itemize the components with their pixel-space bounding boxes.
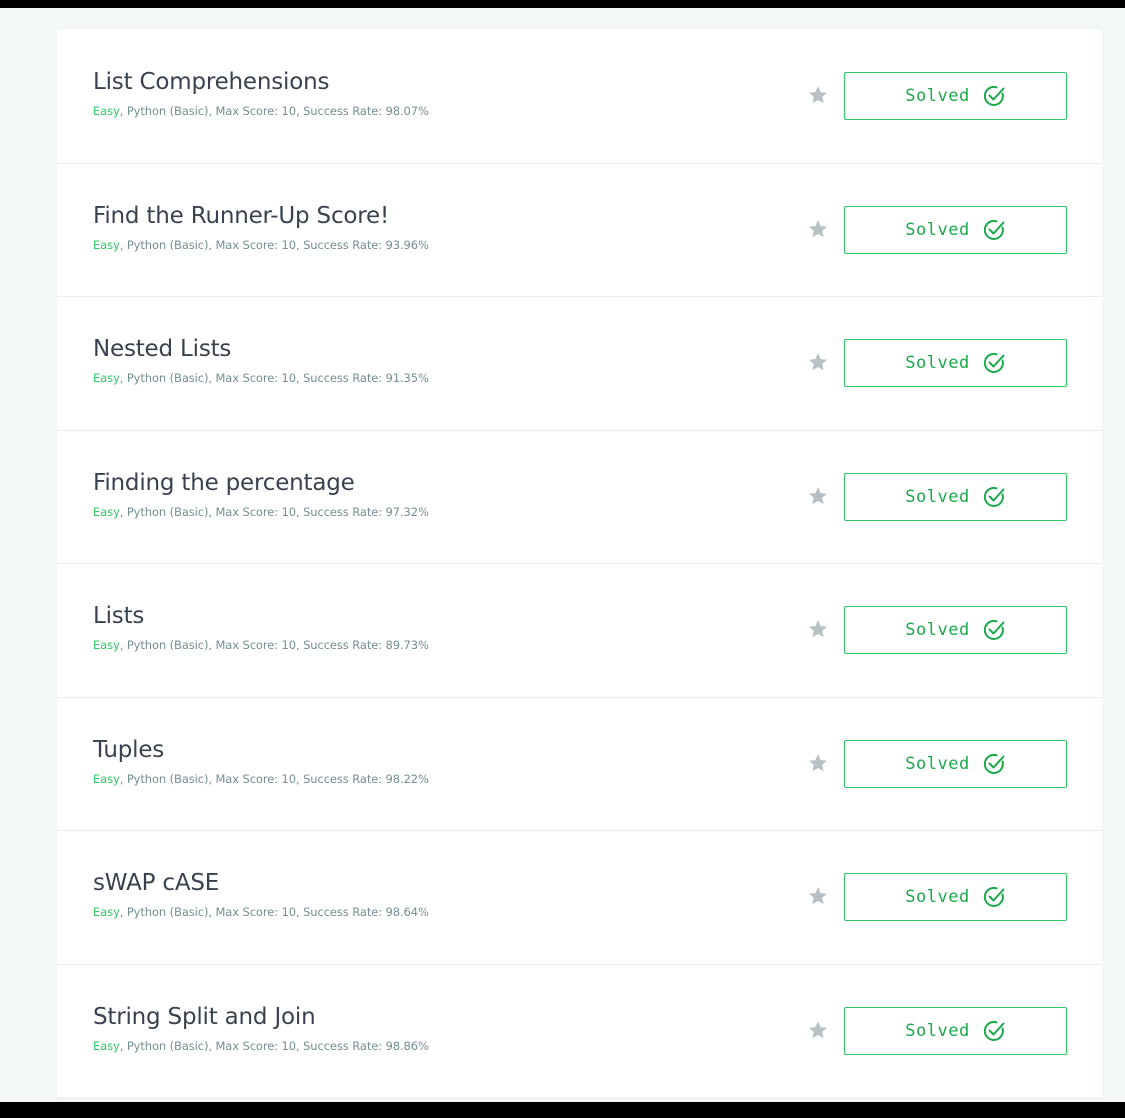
challenge-stats: , Python (Basic), Max Score: 10, Success… [119, 237, 429, 252]
difficulty-label: Easy [93, 771, 120, 786]
challenge-title[interactable]: Finding the percentage [93, 469, 429, 497]
star-icon[interactable] [807, 218, 829, 240]
challenge-info: String Split and Join Easy, Python (Basi… [93, 1003, 429, 1053]
challenge-info: Nested Lists Easy, Python (Basic), Max S… [93, 335, 429, 385]
challenge-meta: Easy, Python (Basic), Max Score: 10, Suc… [93, 1039, 429, 1053]
solved-button[interactable]: Solved [844, 72, 1067, 120]
challenge-stats: , Python (Basic), Max Score: 10, Success… [119, 905, 429, 919]
solved-button[interactable]: Solved [844, 205, 1067, 254]
difficulty-label: Easy [93, 504, 120, 519]
star-icon[interactable] [807, 1019, 829, 1041]
star-icon[interactable] [807, 84, 829, 106]
check-circle-icon [982, 351, 1006, 375]
solved-button-label: Solved [905, 887, 970, 907]
check-circle-icon [982, 752, 1006, 776]
solved-button-label: Solved [905, 1020, 970, 1041]
solved-button[interactable]: Solved [844, 472, 1067, 521]
challenge-info: List Comprehensions Easy, Python (Basic)… [93, 68, 429, 118]
challenge-meta: Easy, Python (Basic), Max Score: 10, Suc… [93, 905, 429, 919]
challenge-card[interactable]: Find the Runner-Up Score! Easy, Python (… [57, 163, 1102, 297]
challenge-card[interactable]: Nested Lists Easy, Python (Basic), Max S… [57, 297, 1102, 431]
star-icon[interactable] [807, 618, 829, 640]
challenge-title[interactable]: String Split and Join [93, 1003, 429, 1031]
challenge-card[interactable]: List Comprehensions Easy, Python (Basic)… [57, 30, 1102, 164]
challenge-title[interactable]: Nested Lists [93, 335, 429, 363]
challenge-card[interactable]: Lists Easy, Python (Basic), Max Score: 1… [57, 564, 1102, 698]
challenge-meta: Easy, Python (Basic), Max Score: 10, Suc… [93, 505, 429, 519]
challenge-stats: , Python (Basic), Max Score: 10, Success… [119, 504, 429, 519]
challenge-title[interactable]: Tuples [93, 736, 429, 764]
solved-button-label: Solved [905, 753, 970, 774]
star-icon[interactable] [807, 351, 829, 373]
solved-button[interactable]: Solved [844, 606, 1067, 654]
solved-button-label: Solved [905, 486, 970, 507]
challenge-info: sWAP cASE Easy, Python (Basic), Max Scor… [93, 869, 429, 919]
challenge-stats: , Python (Basic), Max Score: 10, Success… [119, 1038, 429, 1053]
check-circle-icon [982, 618, 1006, 642]
challenge-stats: , Python (Basic), Max Score: 10, Success… [119, 771, 429, 786]
difficulty-label: Easy [93, 905, 120, 919]
challenge-card[interactable]: String Split and Join Easy, Python (Basi… [57, 964, 1102, 1098]
challenge-info: Find the Runner-Up Score! Easy, Python (… [93, 202, 429, 252]
challenge-meta: Easy, Python (Basic), Max Score: 10, Suc… [93, 772, 429, 786]
challenge-meta: Easy, Python (Basic), Max Score: 10, Suc… [93, 238, 429, 252]
difficulty-label: Easy [93, 1038, 120, 1053]
challenge-title[interactable]: Lists [93, 602, 429, 630]
star-icon[interactable] [807, 752, 829, 774]
check-circle-icon [982, 485, 1006, 509]
challenge-info: Tuples Easy, Python (Basic), Max Score: … [93, 736, 429, 786]
star-icon[interactable] [807, 885, 829, 907]
difficulty-label: Easy [93, 104, 120, 118]
challenge-list: List Comprehensions Easy, Python (Basic)… [57, 30, 1102, 1098]
solved-button[interactable]: Solved [844, 739, 1067, 788]
challenge-meta: Easy, Python (Basic), Max Score: 10, Suc… [93, 638, 429, 652]
solved-button[interactable]: Solved [844, 1006, 1067, 1055]
solved-button[interactable]: Solved [844, 873, 1067, 921]
solved-button-label: Solved [905, 353, 970, 373]
challenge-meta: Easy, Python (Basic), Max Score: 10, Suc… [93, 104, 429, 118]
challenge-title[interactable]: List Comprehensions [93, 68, 429, 96]
challenge-card[interactable]: sWAP cASE Easy, Python (Basic), Max Scor… [57, 831, 1102, 965]
challenge-card[interactable]: Finding the percentage Easy, Python (Bas… [57, 430, 1102, 564]
difficulty-label: Easy [93, 371, 120, 385]
check-circle-icon [982, 885, 1006, 909]
solved-button-label: Solved [905, 86, 970, 106]
solved-button-label: Solved [905, 620, 970, 640]
solved-button[interactable]: Solved [844, 339, 1067, 387]
challenge-stats: , Python (Basic), Max Score: 10, Success… [119, 104, 429, 118]
challenge-info: Lists Easy, Python (Basic), Max Score: 1… [93, 602, 429, 652]
challenge-stats: , Python (Basic), Max Score: 10, Success… [119, 371, 429, 385]
check-circle-icon [982, 1019, 1006, 1043]
check-circle-icon [982, 84, 1006, 108]
challenges-viewport: List Comprehensions Easy, Python (Basic)… [0, 8, 1125, 1102]
challenge-info: Finding the percentage Easy, Python (Bas… [93, 469, 429, 519]
challenge-stats: , Python (Basic), Max Score: 10, Success… [119, 638, 429, 652]
star-icon[interactable] [807, 485, 829, 507]
challenge-title[interactable]: Find the Runner-Up Score! [93, 202, 429, 230]
challenge-meta: Easy, Python (Basic), Max Score: 10, Suc… [93, 371, 429, 385]
challenge-card[interactable]: Tuples Easy, Python (Basic), Max Score: … [57, 697, 1102, 831]
check-circle-icon [982, 218, 1006, 242]
solved-button-label: Solved [905, 219, 970, 240]
difficulty-label: Easy [93, 237, 120, 252]
challenge-title[interactable]: sWAP cASE [93, 869, 429, 897]
difficulty-label: Easy [93, 638, 120, 652]
